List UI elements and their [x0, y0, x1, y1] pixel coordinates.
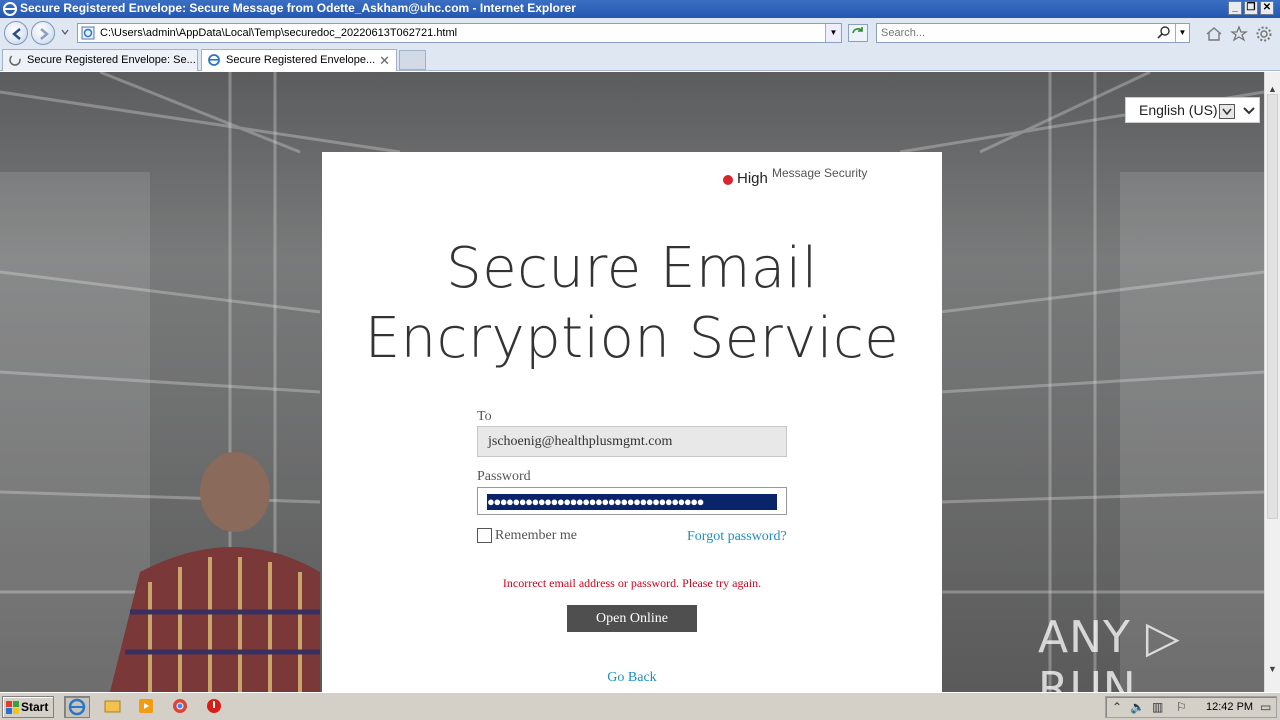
- password-label: Password: [477, 469, 531, 484]
- to-field: jschoenig@healthplusmgmt.com: [477, 426, 787, 457]
- scrollbar-thumb[interactable]: [1267, 94, 1278, 519]
- security-level-dot-icon: [723, 175, 733, 185]
- taskbar-chrome-icon[interactable]: [168, 696, 194, 718]
- ie-page-icon: [208, 54, 220, 66]
- minimize-button[interactable]: _: [1228, 1, 1242, 15]
- ie-page-icon: [81, 26, 95, 40]
- tab-secure-envelope-2[interactable]: Secure Registered Envelope... ✕: [201, 49, 397, 71]
- address-toolbar: C:\Users\admin\AppData\Local\Temp\secure…: [0, 18, 1280, 48]
- loading-icon: [9, 54, 21, 66]
- taskbar-media-player-icon[interactable]: [134, 696, 160, 718]
- forward-button[interactable]: [31, 21, 55, 45]
- remember-me-label[interactable]: Remember me: [495, 528, 577, 544]
- taskbar: Start ⌃ 🔈 ▥ ⚐ 12:42 PM ▭: [0, 692, 1280, 720]
- tab-strip: Secure Registered Envelope: Se... Secure…: [0, 48, 1280, 71]
- page-content: English (US) High Message Security Secur…: [0, 72, 1264, 692]
- tab-label: Secure Registered Envelope: Se...: [27, 54, 196, 66]
- error-message: Incorrect email address or password. Ple…: [502, 576, 762, 590]
- address-dropdown-icon[interactable]: ▼: [825, 24, 841, 42]
- language-dropdown-icon[interactable]: [1219, 104, 1235, 119]
- new-tab-button[interactable]: [399, 50, 426, 70]
- home-icon[interactable]: [1205, 25, 1223, 43]
- show-desktop-icon[interactable]: ▭: [1260, 700, 1271, 714]
- anyrun-watermark: ANY ▷ RUN: [1038, 612, 1181, 692]
- restore-button[interactable]: ❐: [1244, 1, 1258, 15]
- tray-expand-icon[interactable]: ⌃: [1112, 700, 1122, 714]
- start-label: Start: [21, 700, 49, 714]
- to-value: jschoenig@healthplusmgmt.com: [488, 434, 673, 449]
- window-titlebar: Secure Registered Envelope: Secure Messa…: [0, 0, 1280, 18]
- refresh-button[interactable]: [848, 24, 868, 42]
- windows-logo-icon: [6, 701, 19, 714]
- search-icon[interactable]: [1157, 26, 1171, 40]
- system-tray: ⌃ 🔈 ▥ ⚐ 12:42 PM ▭: [1105, 696, 1277, 718]
- clock: 12:42 PM: [1206, 701, 1254, 713]
- title-line-2: Encryption Service: [364, 306, 900, 371]
- search-input[interactable]: [881, 26, 1151, 40]
- language-label: English (US): [1139, 102, 1218, 118]
- login-card: High Message Security Secure Email Encry…: [322, 152, 942, 692]
- page-title: Secure Email Encryption Service: [322, 234, 942, 374]
- title-line-1: Secure Email: [446, 236, 818, 301]
- chevron-down-icon: [1243, 107, 1255, 115]
- close-window-button[interactable]: ✕: [1260, 1, 1274, 15]
- to-label: To: [477, 409, 492, 424]
- network-icon[interactable]: ▥: [1152, 700, 1163, 714]
- settings-gear-icon[interactable]: [1255, 25, 1273, 43]
- address-bar[interactable]: C:\Users\admin\AppData\Local\Temp\secure…: [77, 23, 842, 43]
- security-level: High: [737, 170, 768, 187]
- tab-label: Secure Registered Envelope...: [226, 54, 376, 66]
- vertical-scrollbar[interactable]: ▲ ▼: [1264, 72, 1280, 692]
- action-center-flag-icon[interactable]: ⚐: [1176, 700, 1187, 714]
- history-dropdown-icon[interactable]: [60, 27, 70, 37]
- close-tab-icon[interactable]: ✕: [379, 53, 390, 69]
- language-select[interactable]: English (US): [1125, 97, 1260, 123]
- refresh-icon: [852, 27, 863, 34]
- forgot-password-link[interactable]: Forgot password?: [687, 529, 787, 545]
- window-title: Secure Registered Envelope: Secure Messa…: [20, 1, 576, 15]
- scroll-up-icon[interactable]: ▲: [1268, 84, 1277, 94]
- open-online-button[interactable]: Open Online: [567, 605, 697, 632]
- taskbar-stop-icon[interactable]: [202, 696, 228, 718]
- favorites-star-icon[interactable]: [1230, 25, 1248, 43]
- security-label: Message Security: [772, 166, 868, 180]
- taskbar-ie-icon[interactable]: [64, 696, 90, 718]
- taskbar-explorer-icon[interactable]: [100, 696, 126, 718]
- go-back-link[interactable]: Go Back: [322, 670, 942, 686]
- forward-arrow-icon: [40, 28, 49, 40]
- ie-logo-icon: [3, 2, 17, 16]
- remember-me-checkbox[interactable]: [477, 528, 492, 543]
- back-button[interactable]: [4, 21, 28, 45]
- search-dropdown-icon[interactable]: ▼: [1175, 24, 1189, 42]
- password-field[interactable]: ●●●●●●●●●●●●●●●●●●●●●●●●●●●●●●●●●●: [477, 487, 787, 515]
- scroll-down-icon[interactable]: ▼: [1268, 664, 1277, 674]
- tab-secure-envelope-1[interactable]: Secure Registered Envelope: Se...: [2, 49, 198, 71]
- start-button[interactable]: Start: [2, 696, 54, 718]
- password-masked-value: ●●●●●●●●●●●●●●●●●●●●●●●●●●●●●●●●●●: [487, 494, 777, 510]
- address-url: C:\Users\admin\AppData\Local\Temp\secure…: [100, 27, 458, 39]
- volume-icon[interactable]: 🔈: [1130, 700, 1145, 714]
- back-arrow-icon: [12, 28, 21, 40]
- search-box[interactable]: ▼: [876, 23, 1190, 43]
